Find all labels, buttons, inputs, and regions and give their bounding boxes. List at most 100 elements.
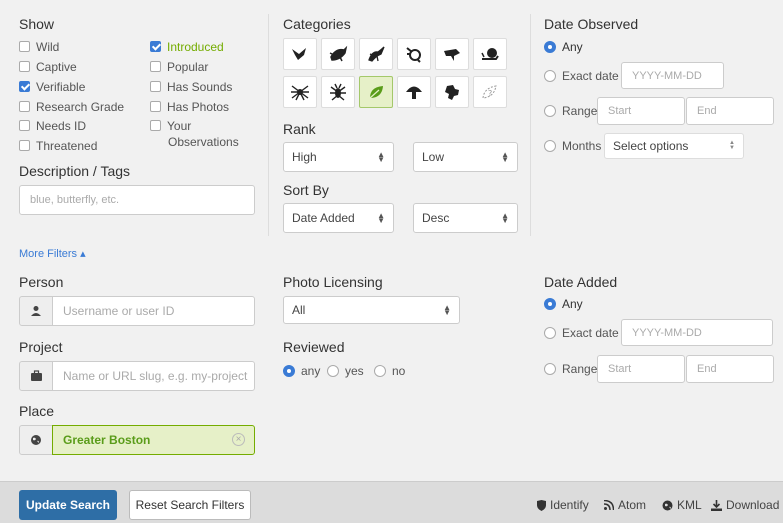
reset-filters-button[interactable]: Reset Search Filters	[129, 490, 251, 520]
checkbox-research-grade[interactable]: Research Grade	[19, 100, 124, 114]
radio-button[interactable]	[544, 298, 556, 310]
checkbox-your-observations[interactable]: Your	[150, 119, 191, 133]
divider	[530, 14, 531, 236]
radio-button[interactable]	[544, 363, 556, 375]
checkbox-introduced[interactable]: Introduced	[150, 40, 224, 54]
kml-link[interactable]: KML	[662, 498, 702, 512]
checkbox-label: Needs ID	[36, 119, 87, 133]
atom-link[interactable]: Atom	[604, 498, 646, 512]
checkbox-wild[interactable]: Wild	[19, 40, 59, 54]
insects-icon[interactable]	[321, 76, 355, 108]
checkbox-box[interactable]	[19, 61, 30, 72]
birds-icon[interactable]	[283, 38, 317, 70]
photo-licensing-select[interactable]: All ▲ ▼	[283, 296, 460, 324]
ray-finned-fishes-icon[interactable]	[435, 38, 469, 70]
unknown-icon[interactable]: ?	[473, 76, 507, 108]
place-value: Greater Boston	[63, 433, 151, 447]
checkbox-popular[interactable]: Popular	[150, 60, 208, 74]
fungi-icon[interactable]	[397, 76, 431, 108]
checkbox-label: Wild	[36, 40, 60, 54]
radio-label: yes	[345, 364, 364, 378]
radio-button[interactable]	[544, 70, 556, 82]
checkbox-box[interactable]	[19, 140, 30, 151]
sort-order-select[interactable]: Desc ▲ ▼	[413, 203, 518, 233]
description-input[interactable]: blue, butterfly, etc.	[19, 185, 255, 215]
checkbox-box[interactable]	[150, 101, 161, 112]
place-input[interactable]: Greater Boston ×	[52, 425, 255, 455]
identify-link[interactable]: Identify	[537, 498, 589, 512]
radio-label: no	[392, 364, 406, 378]
reptiles-icon[interactable]	[359, 38, 393, 70]
rank-high-select[interactable]: High ▲ ▼	[283, 142, 394, 172]
reviewed-any-radio[interactable]: any	[283, 364, 320, 378]
date-added-start-input[interactable]: Start	[597, 355, 685, 383]
reviewed-no-radio[interactable]: no	[374, 364, 405, 378]
select-value: Date Added	[292, 211, 355, 225]
checkbox-label-continued: Observations	[168, 135, 239, 149]
checkbox-box[interactable]	[150, 41, 161, 52]
project-input[interactable]: Name or URL slug, e.g. my-project	[52, 361, 255, 391]
checkbox-box[interactable]	[19, 81, 30, 92]
radio-button[interactable]	[544, 105, 556, 117]
radio-label: Exact date	[562, 69, 619, 83]
checkbox-has-sounds[interactable]: Has Sounds	[150, 80, 232, 94]
date-added-range-radio[interactable]: Range	[544, 362, 597, 376]
checkbox-label: Popular	[167, 60, 209, 74]
date-added-exact-radio[interactable]: Exact date	[544, 326, 619, 340]
person-input[interactable]: Username or user ID	[52, 296, 255, 326]
divider	[268, 14, 269, 236]
radio-label: Range	[562, 104, 598, 118]
radio-button[interactable]	[544, 41, 556, 53]
show-heading: Show	[19, 16, 55, 32]
checkbox-label: Threatened	[36, 139, 98, 153]
download-link[interactable]: Download	[711, 498, 779, 512]
date-observed-exact-radio[interactable]: Exact date	[544, 69, 619, 83]
checkbox-label: Your	[167, 119, 192, 133]
date-added-exact-input[interactable]: YYYY-MM-DD	[621, 319, 773, 346]
rank-low-select[interactable]: Low ▲ ▼	[413, 142, 518, 172]
checkbox-captive[interactable]: Captive	[19, 60, 77, 74]
date-observed-exact-input[interactable]: YYYY-MM-DD	[621, 62, 724, 89]
checkbox-box[interactable]	[19, 101, 30, 112]
sort-field-select[interactable]: Date Added ▲ ▼	[283, 203, 394, 233]
checkbox-needs-id[interactable]: Needs ID	[19, 119, 86, 133]
mammals-icon[interactable]	[397, 38, 431, 70]
reviewed-yes-radio[interactable]: yes	[327, 364, 364, 378]
arachnids-icon[interactable]	[283, 76, 317, 108]
select-arrows-icon: ▲ ▼	[377, 211, 385, 225]
checkbox-box[interactable]	[19, 120, 30, 131]
update-search-button[interactable]: Update Search	[19, 490, 117, 520]
radio-button[interactable]	[374, 365, 386, 377]
mollusks-icon[interactable]	[473, 38, 507, 70]
radio-label: Exact date	[562, 326, 619, 340]
date-observed-start-input[interactable]: Start	[597, 97, 685, 125]
radio-button[interactable]	[544, 140, 556, 152]
radio-label: Any	[562, 297, 583, 311]
checkbox-box[interactable]	[150, 61, 161, 72]
date-observed-end-input[interactable]: End	[686, 97, 774, 125]
checkbox-verifiable[interactable]: Verifiable	[19, 80, 85, 94]
plants-icon[interactable]	[359, 76, 393, 108]
months-select[interactable]: Select options ▲ ▼	[604, 133, 744, 159]
checkbox-box[interactable]	[150, 120, 161, 131]
date-observed-months-radio[interactable]: Months	[544, 139, 601, 153]
select-value: High	[292, 150, 317, 164]
more-filters-link[interactable]: More Filters ▴	[19, 247, 86, 260]
radio-label: any	[301, 364, 321, 378]
protozoans-icon[interactable]	[435, 76, 469, 108]
date-observed-range-radio[interactable]: Range	[544, 104, 597, 118]
amphibians-icon[interactable]	[321, 38, 355, 70]
date-observed-any-radio[interactable]: Any	[544, 40, 583, 54]
date-added-any-radio[interactable]: Any	[544, 297, 583, 311]
radio-button[interactable]	[283, 365, 295, 377]
checkbox-box[interactable]	[19, 41, 30, 52]
radio-button[interactable]	[544, 327, 556, 339]
clear-icon[interactable]: ×	[232, 433, 245, 446]
checkbox-threatened[interactable]: Threatened	[19, 139, 97, 153]
checkbox-box[interactable]	[150, 81, 161, 92]
link-label: KML	[677, 498, 702, 512]
date-added-end-input[interactable]: End	[686, 355, 774, 383]
checkbox-has-photos[interactable]: Has Photos	[150, 100, 229, 114]
radio-button[interactable]	[327, 365, 339, 377]
photo-licensing-heading: Photo Licensing	[283, 274, 383, 290]
